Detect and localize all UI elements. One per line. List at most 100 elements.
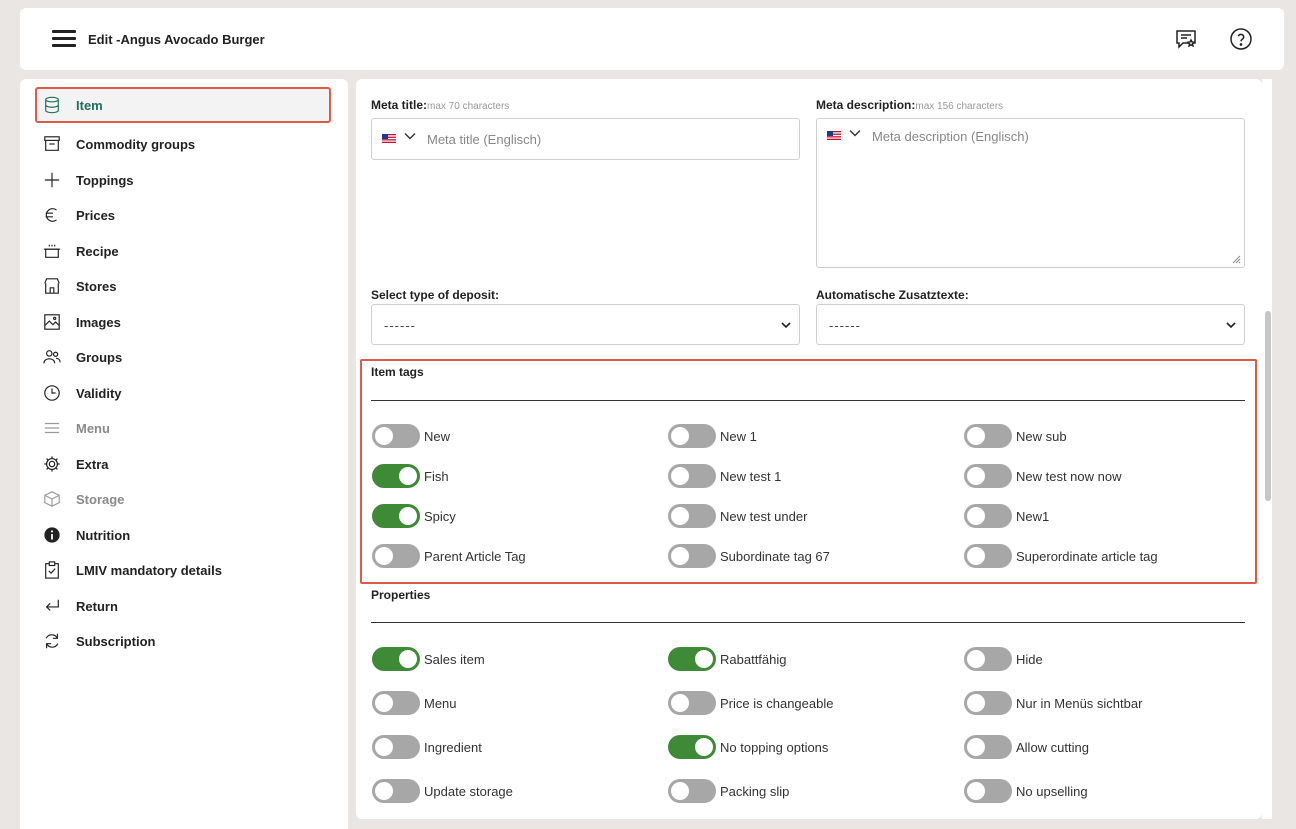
toggle-label: Packing slip — [720, 784, 790, 799]
plus-icon — [42, 170, 62, 190]
sidebar-item-menu[interactable]: Menu — [42, 416, 332, 440]
toggle-subordinate-tag-67[interactable] — [668, 544, 716, 568]
sidebar-item-label: Return — [76, 598, 118, 614]
refresh-icon — [42, 631, 62, 651]
sidebar-item-storage[interactable]: Storage — [42, 487, 332, 511]
sidebar-item-label: Toppings — [76, 172, 134, 188]
meta-description-input[interactable]: Meta description (Englisch) — [816, 118, 1245, 268]
menu-icon[interactable] — [52, 30, 76, 48]
toggle-sales-item[interactable] — [372, 647, 420, 671]
chevron-down-icon[interactable] — [849, 129, 861, 137]
toggle-label: Hide — [1016, 652, 1043, 667]
euro-icon — [42, 205, 62, 225]
toggle-label: New 1 — [720, 429, 757, 444]
sidebar-item-label: Nutrition — [76, 527, 131, 543]
scrollbar-thumb[interactable] — [1265, 311, 1271, 501]
toggle-label: No upselling — [1016, 784, 1088, 799]
toggle-nur-in-men-s-sichtbar[interactable] — [964, 691, 1012, 715]
toggle-packing-slip[interactable] — [668, 779, 716, 803]
toggle-new-sub[interactable] — [964, 424, 1012, 448]
sidebar-item-label: Images — [76, 314, 121, 330]
toggle-label: Allow cutting — [1016, 740, 1089, 755]
toggle-label: New test under — [720, 509, 808, 524]
toggle-new[interactable] — [372, 424, 420, 448]
sidebar-item-stores[interactable]: Stores — [42, 274, 332, 298]
page-title: Edit -Angus Avocado Burger — [88, 32, 265, 47]
toggle-fish[interactable] — [372, 464, 420, 488]
sidebar-item-item[interactable]: Item — [42, 93, 332, 117]
toggle-label: New test now now — [1016, 469, 1122, 484]
toggle-superordinate-article-tag[interactable] — [964, 544, 1012, 568]
return-arrow-icon — [42, 596, 62, 616]
list-icon — [42, 418, 62, 438]
clock-icon — [42, 383, 62, 403]
users-icon — [42, 347, 62, 367]
sidebar-item-label: Recipe — [76, 243, 119, 259]
toggle-hide[interactable] — [964, 647, 1012, 671]
toggle-allow-cutting[interactable] — [964, 735, 1012, 759]
sidebar-item-return[interactable]: Return — [42, 594, 332, 618]
toggle-spicy[interactable] — [372, 504, 420, 528]
toggle-label: Price is changeable — [720, 696, 834, 711]
toggle-new-test-under[interactable] — [668, 504, 716, 528]
sidebar-item-label: LMIV mandatory details — [76, 562, 222, 578]
box-icon — [42, 489, 62, 509]
sidebar-item-label: Stores — [76, 278, 117, 294]
sidebar-item-label: Groups — [76, 349, 123, 365]
toggle-ingredient[interactable] — [372, 735, 420, 759]
toggle-label: No topping options — [720, 740, 829, 755]
toggle-new-test-1[interactable] — [668, 464, 716, 488]
toggle-parent-article-tag[interactable] — [372, 544, 420, 568]
chevron-down-icon[interactable] — [404, 132, 416, 140]
archive-icon — [42, 134, 62, 154]
toggle-label: New sub — [1016, 429, 1067, 444]
properties-title: Properties — [371, 588, 431, 602]
resize-handle-icon[interactable] — [1231, 254, 1241, 264]
feedback-icon[interactable] — [1174, 27, 1198, 51]
meta-title-input[interactable]: Meta title (Englisch) — [371, 118, 800, 160]
toggle-no-topping-options[interactable] — [668, 735, 716, 759]
toggle-menu[interactable] — [372, 691, 420, 715]
sidebar-item-lmiv-mandatory-details[interactable]: LMIV mandatory details — [42, 558, 332, 582]
chevron-down-icon — [1226, 322, 1236, 329]
zusatztexte-select[interactable]: ------ — [816, 304, 1245, 345]
toggle-label: New test 1 — [720, 469, 782, 484]
sidebar-item-label: Menu — [76, 420, 110, 436]
us-flag-icon — [382, 134, 396, 143]
main-content: Meta title:max 70 characters Meta title … — [356, 79, 1262, 819]
sidebar-item-subscription[interactable]: Subscription — [42, 629, 332, 653]
toggle-update-storage[interactable] — [372, 779, 420, 803]
toggle-label: Fish — [424, 469, 449, 484]
sidebar-item-prices[interactable]: Prices — [42, 203, 332, 227]
main-scrollbar[interactable] — [1262, 79, 1272, 819]
sidebar-item-label: Validity — [76, 385, 122, 401]
sidebar-item-recipe[interactable]: Recipe — [42, 239, 332, 263]
database-icon — [42, 95, 62, 115]
meta-description-label: Meta description:max 156 characters — [816, 98, 1004, 112]
sidebar-item-label: Commodity groups — [76, 136, 196, 152]
sidebar-item-groups[interactable]: Groups — [42, 345, 332, 369]
image-icon — [42, 312, 62, 332]
sidebar-item-toppings[interactable]: Toppings — [42, 168, 332, 192]
sidebar-item-label: Subscription — [76, 633, 156, 649]
toggle-price-is-changeable[interactable] — [668, 691, 716, 715]
sidebar-item-extra[interactable]: Extra — [42, 452, 332, 476]
us-flag-icon — [827, 131, 841, 140]
toggle-label: Parent Article Tag — [424, 549, 526, 564]
sidebar-item-validity[interactable]: Validity — [42, 381, 332, 405]
toggle-rabattf-hig[interactable] — [668, 647, 716, 671]
toggle-label: New1 — [1016, 509, 1050, 524]
sidebar-item-commodity-groups[interactable]: Commodity groups — [42, 132, 332, 156]
toggle-label: Update storage — [424, 784, 513, 799]
toggle-label: Menu — [424, 696, 457, 711]
toggle-label: Superordinate article tag — [1016, 549, 1158, 564]
toggle-new-test-now-now[interactable] — [964, 464, 1012, 488]
toggle-no-upselling[interactable] — [964, 779, 1012, 803]
toggle-new1[interactable] — [964, 504, 1012, 528]
sidebar: Item Commodity groups Toppings Prices Recipe… — [20, 79, 348, 829]
deposit-select[interactable]: ------ — [371, 304, 800, 345]
sidebar-item-nutrition[interactable]: Nutrition — [42, 523, 332, 547]
help-icon[interactable] — [1229, 27, 1253, 51]
sidebar-item-images[interactable]: Images — [42, 310, 332, 334]
toggle-new-1[interactable] — [668, 424, 716, 448]
